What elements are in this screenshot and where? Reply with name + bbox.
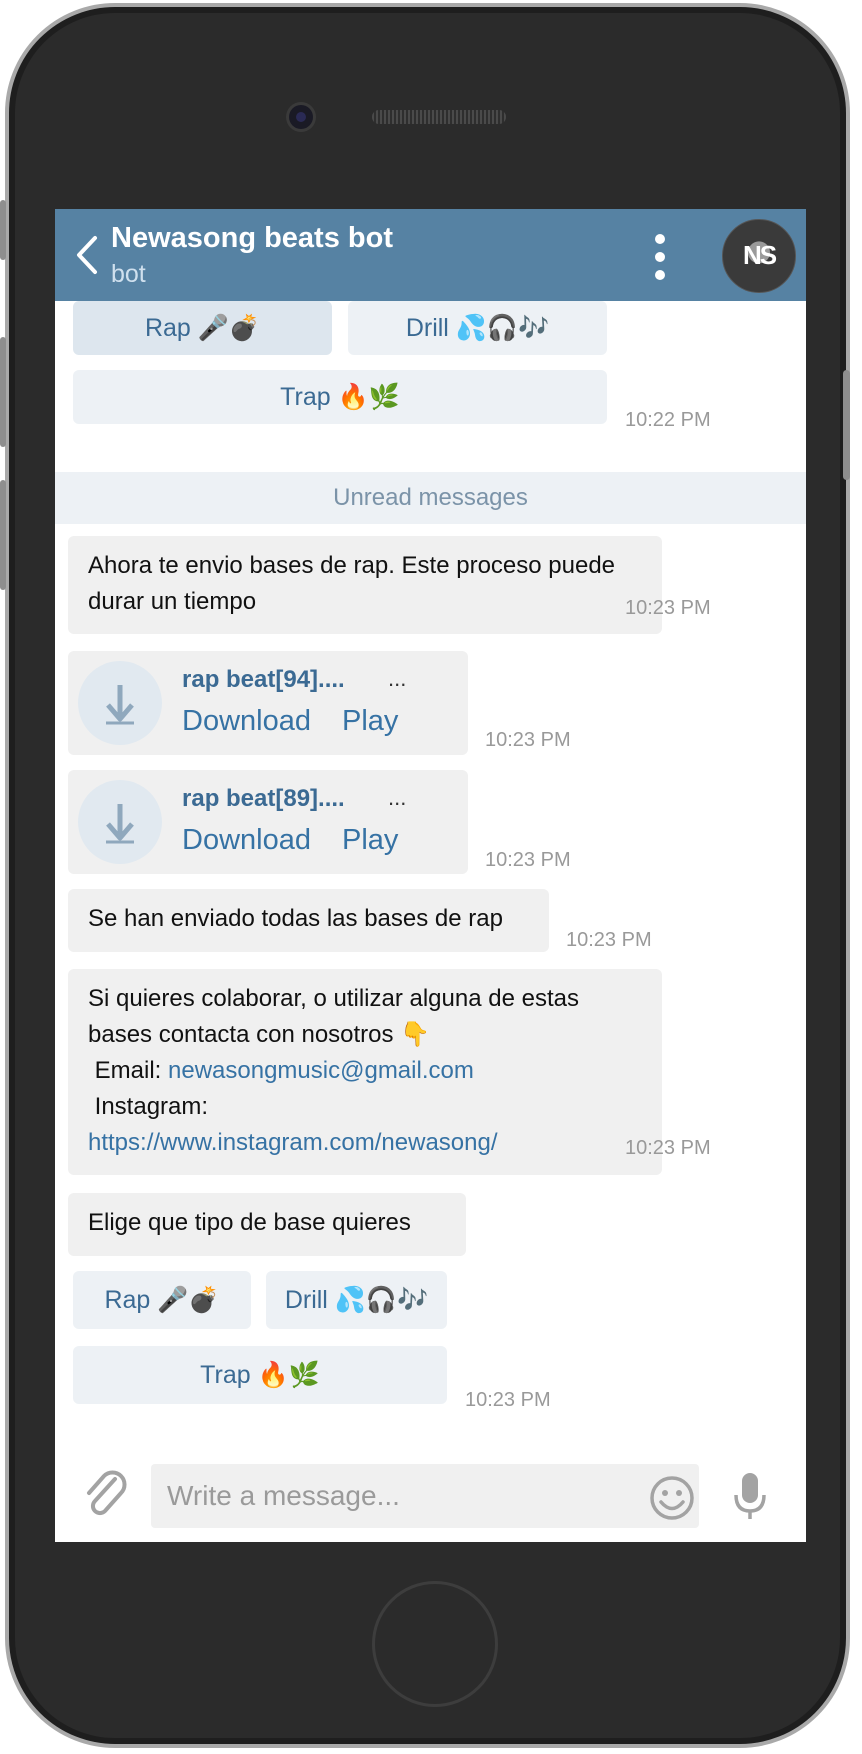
file-name: rap beat[94].... xyxy=(182,666,345,693)
download-button[interactable] xyxy=(78,780,162,864)
microphone-icon[interactable] xyxy=(733,1471,767,1521)
message-text: Ahora te envio bases de rap. Este proces… xyxy=(88,552,616,615)
keyboard-button-rap-top[interactable]: Rap 🎤💣 xyxy=(73,301,332,355)
more-vertical-icon[interactable] xyxy=(645,231,675,283)
audio-file-message: rap beat[89].... ... Download Play xyxy=(68,770,468,874)
message-time: 10:23 PM xyxy=(465,1389,551,1411)
message-time: 10:23 PM xyxy=(566,929,652,951)
back-arrow-icon[interactable] xyxy=(73,234,103,276)
message-time: 10:23 PM xyxy=(625,597,711,619)
play-link[interactable]: Play xyxy=(342,824,398,857)
file-more[interactable]: ... xyxy=(388,666,406,692)
message-time: 10:23 PM xyxy=(625,1137,711,1159)
download-arrow-icon xyxy=(106,804,134,844)
front-camera xyxy=(289,105,313,129)
file-more[interactable]: ... xyxy=(388,785,406,811)
message-text: Se han enviado todas las bases de rap xyxy=(88,905,503,932)
instagram-label: Instagram: xyxy=(88,1093,215,1120)
download-button[interactable] xyxy=(78,661,162,745)
file-name: rap beat[89].... xyxy=(182,785,345,812)
chat-subtitle: bot xyxy=(111,260,146,288)
download-arrow-icon xyxy=(106,685,134,725)
unread-messages-divider: Unread messages xyxy=(55,472,806,524)
email-link[interactable]: newasongmusic@gmail.com xyxy=(168,1057,474,1084)
home-button[interactable] xyxy=(372,1581,498,1707)
keyboard-button-drill[interactable]: Drill 💦🎧🎶 xyxy=(266,1271,447,1329)
message-bubble: Elige que tipo de base quieres xyxy=(68,1193,466,1256)
play-link[interactable]: Play xyxy=(342,705,398,738)
message-bubble: Se han enviado todas las bases de rap xyxy=(68,889,549,952)
message-composer xyxy=(55,1441,806,1542)
instagram-link[interactable]: https://www.instagram.com/newasong/ xyxy=(88,1125,642,1161)
message-time: 10:22 PM xyxy=(625,409,711,431)
keyboard-button-rap[interactable]: Rap 🎤💣 xyxy=(73,1271,251,1329)
email-label: Email: xyxy=(88,1057,169,1084)
message-text: Si quieres colaborar, o utilizar alguna … xyxy=(88,985,579,1048)
keyboard-button-trap[interactable]: Trap 🔥🌿 xyxy=(73,1346,447,1404)
avatar-logo-text: NS xyxy=(742,240,777,270)
smiley-icon[interactable] xyxy=(649,1475,695,1521)
message-text: Elige que tipo de base quieres xyxy=(88,1209,411,1236)
earpiece-speaker xyxy=(372,110,506,124)
keyboard-button-drill-top[interactable]: Drill 💦🎧🎶 xyxy=(348,301,607,355)
download-link[interactable]: Download xyxy=(182,824,311,857)
message-time: 10:23 PM xyxy=(485,849,571,871)
message-input[interactable] xyxy=(151,1464,699,1528)
audio-file-message: rap beat[94].... ... Download Play xyxy=(68,651,468,755)
silent-switch xyxy=(0,200,6,260)
message-bubble: Si quieres colaborar, o utilizar alguna … xyxy=(68,969,662,1175)
message-time: 10:23 PM xyxy=(485,729,571,751)
volume-up-button xyxy=(0,337,6,447)
download-link[interactable]: Download xyxy=(182,705,311,738)
keyboard-button-trap-top[interactable]: Trap 🔥🌿 xyxy=(73,370,607,424)
chat-header: Newasong beats bot bot NS xyxy=(55,209,806,301)
chat-title: Newasong beats bot xyxy=(111,222,393,254)
volume-down-button xyxy=(0,480,6,590)
bot-avatar[interactable]: NS xyxy=(722,219,796,293)
paperclip-icon[interactable] xyxy=(81,1465,127,1517)
telegram-chat-screen: Newasong beats bot bot NS Rap 🎤💣 Drill 💦… xyxy=(55,209,806,1542)
power-button xyxy=(843,370,850,480)
message-bubble: Ahora te envio bases de rap. Este proces… xyxy=(68,536,662,634)
